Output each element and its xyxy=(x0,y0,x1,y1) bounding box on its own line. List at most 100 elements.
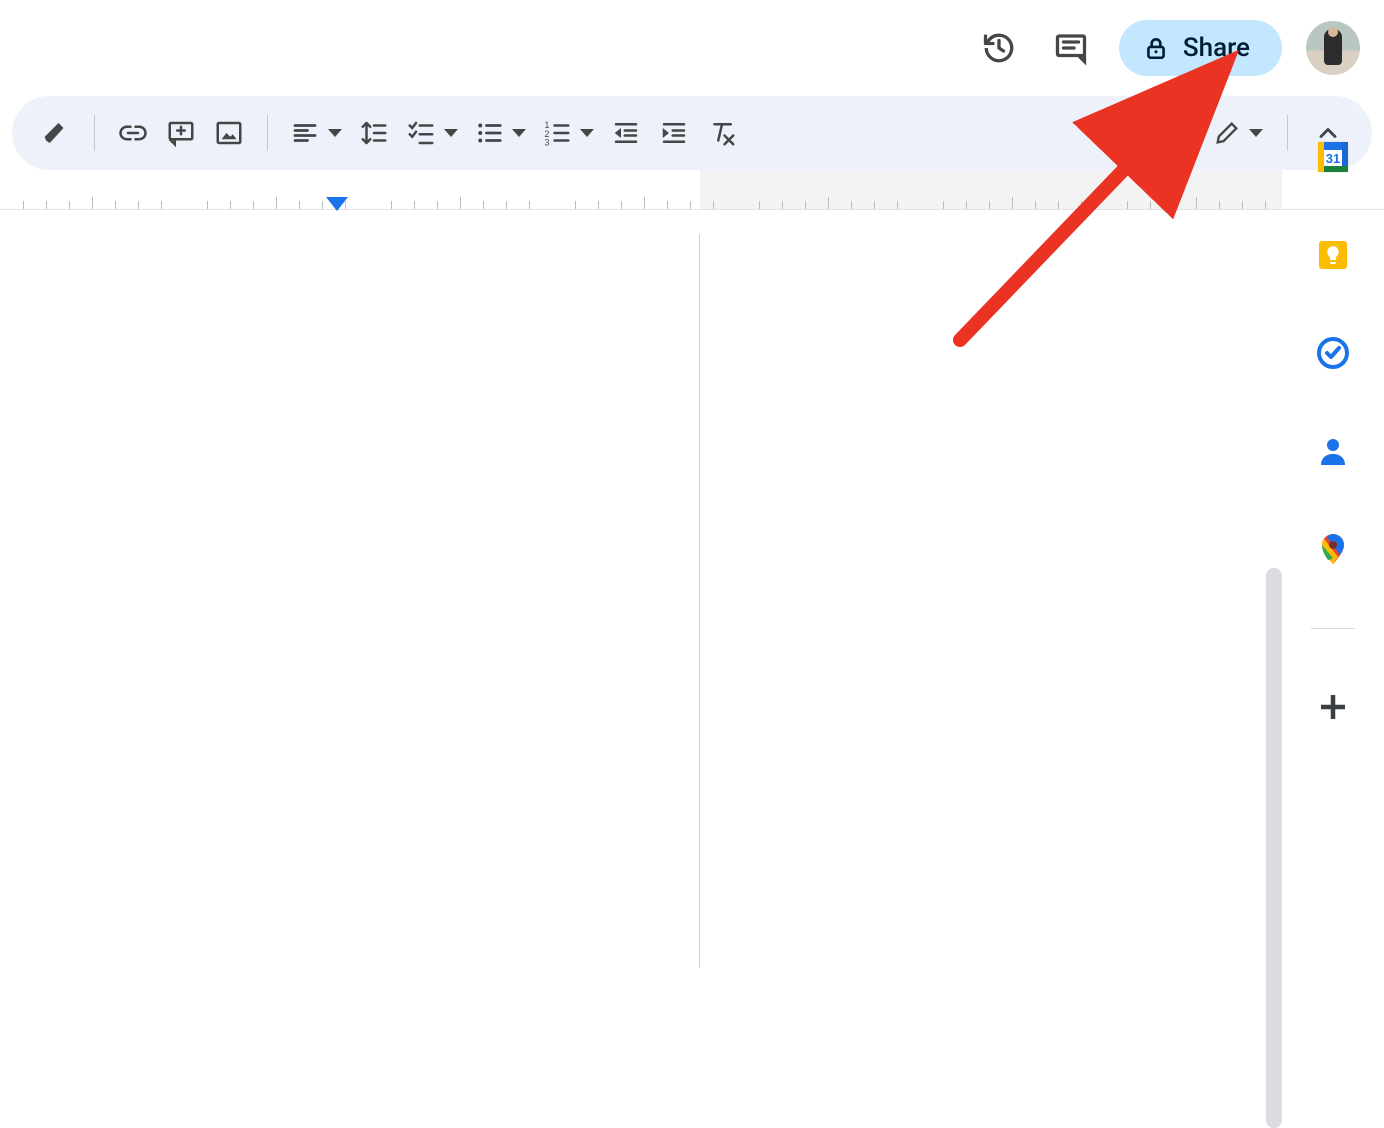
tasks-icon xyxy=(1315,335,1351,371)
sidepanel-maps[interactable] xyxy=(1314,530,1352,568)
contacts-icon xyxy=(1315,433,1351,469)
ruler-tick xyxy=(1265,201,1266,209)
add-comment-button[interactable] xyxy=(161,113,201,153)
highlighter-icon xyxy=(41,118,71,148)
ruler-tick xyxy=(966,201,967,209)
ruler-tick xyxy=(276,197,277,209)
ruler-tick xyxy=(1012,197,1013,209)
ruler-tick xyxy=(1150,201,1151,209)
ruler-tick xyxy=(460,197,461,209)
toolbar-separator xyxy=(267,115,268,151)
ruler-tick xyxy=(713,201,714,209)
numbered-list-dropdown[interactable]: 1 2 3 xyxy=(538,118,598,148)
sidepanel-get-addons[interactable] xyxy=(1315,689,1351,725)
ruler-tick xyxy=(1035,201,1036,209)
checklist-icon xyxy=(406,118,436,148)
ruler-tick xyxy=(851,201,852,209)
ruler-tick xyxy=(69,201,70,209)
svg-text:3: 3 xyxy=(545,138,550,148)
ruler-tick xyxy=(138,201,139,209)
align-dropdown[interactable] xyxy=(286,118,346,148)
ruler-tick xyxy=(828,197,829,209)
decrease-indent-icon xyxy=(611,118,641,148)
sidepanel-keep[interactable] xyxy=(1314,236,1352,274)
vertical-scrollbar[interactable] xyxy=(1266,568,1282,1128)
ruler-tick xyxy=(897,201,898,209)
document-page[interactable] xyxy=(0,234,700,968)
ruler-tick xyxy=(299,201,300,209)
bulleted-list-dropdown[interactable] xyxy=(470,118,530,148)
header-bar: Share xyxy=(0,0,1384,96)
bulleted-list-icon xyxy=(474,118,504,148)
clear-formatting-icon xyxy=(707,118,737,148)
dropdown-arrow-icon xyxy=(512,129,526,137)
ruler-tick xyxy=(943,201,944,209)
ruler-tick xyxy=(483,201,484,209)
ruler-tick xyxy=(1196,197,1197,209)
increase-indent-button[interactable] xyxy=(654,113,694,153)
decrease-indent-button[interactable] xyxy=(606,113,646,153)
ruler-tick xyxy=(805,201,806,209)
share-button[interactable]: Share xyxy=(1119,20,1282,76)
share-label: Share xyxy=(1183,33,1250,63)
ruler-tick xyxy=(690,201,691,209)
comment-icon xyxy=(1053,30,1089,66)
checklist-dropdown[interactable] xyxy=(402,118,462,148)
sidepanel-divider xyxy=(1311,628,1355,629)
dropdown-arrow-icon xyxy=(580,129,594,137)
keep-icon xyxy=(1315,237,1351,273)
history-button[interactable] xyxy=(975,24,1023,72)
ruler-tick xyxy=(230,201,231,209)
ruler-tick xyxy=(529,201,530,209)
ruler-tick xyxy=(782,201,783,209)
ruler-tick xyxy=(23,201,24,209)
numbered-list-icon: 1 2 3 xyxy=(542,118,572,148)
ruler-tick xyxy=(575,201,576,209)
ruler-tick xyxy=(1173,201,1174,209)
toolbar: 1 2 3 xyxy=(12,96,1372,170)
ruler-tick xyxy=(874,201,875,209)
maps-icon xyxy=(1315,531,1351,567)
dropdown-arrow-icon xyxy=(328,129,342,137)
line-spacing-button[interactable] xyxy=(354,113,394,153)
align-left-icon xyxy=(290,118,320,148)
ruler-tick xyxy=(1242,201,1243,209)
avatar-image xyxy=(1306,21,1360,75)
toolbar-container: 1 2 3 xyxy=(0,96,1384,170)
ruler-tick xyxy=(644,197,645,209)
svg-text:31: 31 xyxy=(1326,151,1340,166)
document-area xyxy=(0,234,1282,968)
horizontal-ruler[interactable] xyxy=(0,170,1384,210)
sidepanel-calendar[interactable]: 31 xyxy=(1314,138,1352,176)
lock-icon xyxy=(1143,35,1169,61)
link-icon xyxy=(118,118,148,148)
ruler-tick xyxy=(1081,201,1082,209)
sidepanel-contacts[interactable] xyxy=(1314,432,1352,470)
highlight-color-button[interactable] xyxy=(36,113,76,153)
ruler-tick xyxy=(46,201,47,209)
insert-image-button[interactable] xyxy=(209,113,249,153)
ruler-tick xyxy=(391,201,392,209)
side-panel: 31 xyxy=(1282,120,1384,968)
ruler-tick xyxy=(667,201,668,209)
ruler-tick xyxy=(1058,201,1059,209)
dropdown-arrow-icon xyxy=(444,129,458,137)
history-icon xyxy=(981,30,1017,66)
insert-link-button[interactable] xyxy=(113,113,153,153)
increase-indent-icon xyxy=(659,118,689,148)
sidepanel-tasks[interactable] xyxy=(1314,334,1352,372)
pencil-icon xyxy=(1213,119,1241,147)
editing-mode-dropdown[interactable] xyxy=(1209,119,1267,147)
comments-button[interactable] xyxy=(1047,24,1095,72)
ruler-tick xyxy=(989,201,990,209)
add-comment-icon xyxy=(166,118,196,148)
ruler-tick xyxy=(598,201,599,209)
clear-formatting-button[interactable] xyxy=(702,113,742,153)
right-indent-marker[interactable] xyxy=(326,197,348,211)
calendar-icon: 31 xyxy=(1315,139,1351,175)
ruler-tick xyxy=(322,201,323,209)
account-avatar[interactable] xyxy=(1306,21,1360,75)
ruler-tick xyxy=(253,201,254,209)
toolbar-separator xyxy=(94,115,95,151)
ruler-tick xyxy=(1219,201,1220,209)
